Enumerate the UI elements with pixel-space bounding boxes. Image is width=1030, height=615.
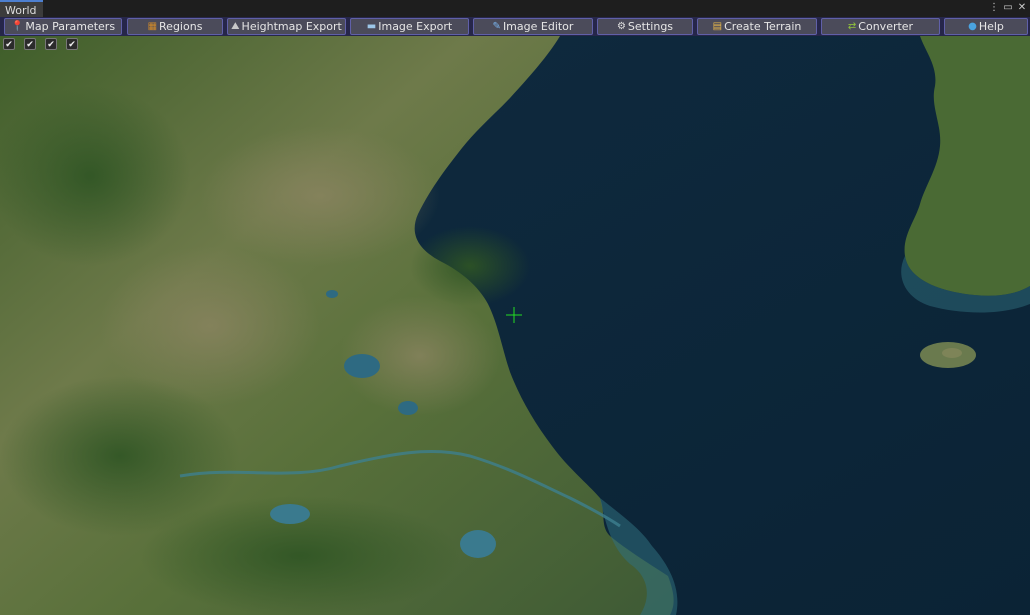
main-toolbar: 📍 Map Parameters ▦ Regions ⛰ Heightmap E… — [0, 17, 1030, 36]
window-title: World — [5, 4, 37, 17]
map-pin-icon: 📍 — [10, 20, 24, 32]
layer-checkbox-3[interactable]: ✔ — [45, 38, 57, 50]
maximize-icon[interactable]: ▭ — [1002, 1, 1014, 15]
satellite-map-view[interactable] — [0, 36, 1030, 615]
world-window: World ⋮ ▭ ✕ 📍 Map Parameters ▦ Regions ⛰… — [0, 0, 1030, 615]
help-icon: ● — [968, 20, 977, 32]
lake-2 — [398, 401, 418, 415]
heightmap-export-button[interactable]: ⛰ Heightmap Export — [227, 18, 346, 35]
lake-4 — [460, 530, 496, 558]
image-editor-button[interactable]: ✎ Image Editor — [473, 18, 593, 35]
terrain-icon: ▤ — [712, 20, 723, 32]
window-tab[interactable]: World — [0, 0, 43, 17]
lake-1 — [344, 354, 380, 378]
close-icon[interactable]: ✕ — [1016, 1, 1028, 15]
pen-icon: ✎ — [492, 20, 501, 32]
create-terrain-button[interactable]: ▤ Create Terrain — [697, 18, 817, 35]
more-options-icon[interactable]: ⋮ — [988, 1, 1000, 15]
layer-checkbox-4[interactable]: ✔ — [66, 38, 78, 50]
layer-checkbox-1[interactable]: ✔ — [3, 38, 15, 50]
converter-icon: ⇄ — [847, 20, 857, 32]
converter-button[interactable]: ⇄ Converter — [821, 18, 940, 35]
lake-5 — [326, 290, 338, 298]
map-parameters-button[interactable]: 📍 Map Parameters — [4, 18, 122, 35]
settings-button[interactable]: ⚙ Settings — [597, 18, 693, 35]
mountain-icon: ⛰ — [231, 20, 240, 32]
regions-button[interactable]: ▦ Regions — [127, 18, 223, 35]
title-bar: World ⋮ ▭ ✕ — [0, 0, 1030, 18]
image-icon: ▬ — [366, 20, 377, 32]
lake-3 — [270, 504, 310, 524]
layer-checkbox-2[interactable]: ✔ — [24, 38, 36, 50]
gear-icon: ⚙ — [616, 20, 626, 32]
layer-toggles: ✔ ✔ ✔ ✔ — [3, 38, 78, 52]
grid-icon: ▦ — [147, 20, 158, 32]
help-button[interactable]: ● Help — [944, 18, 1028, 35]
image-export-button[interactable]: ▬ Image Export — [350, 18, 469, 35]
